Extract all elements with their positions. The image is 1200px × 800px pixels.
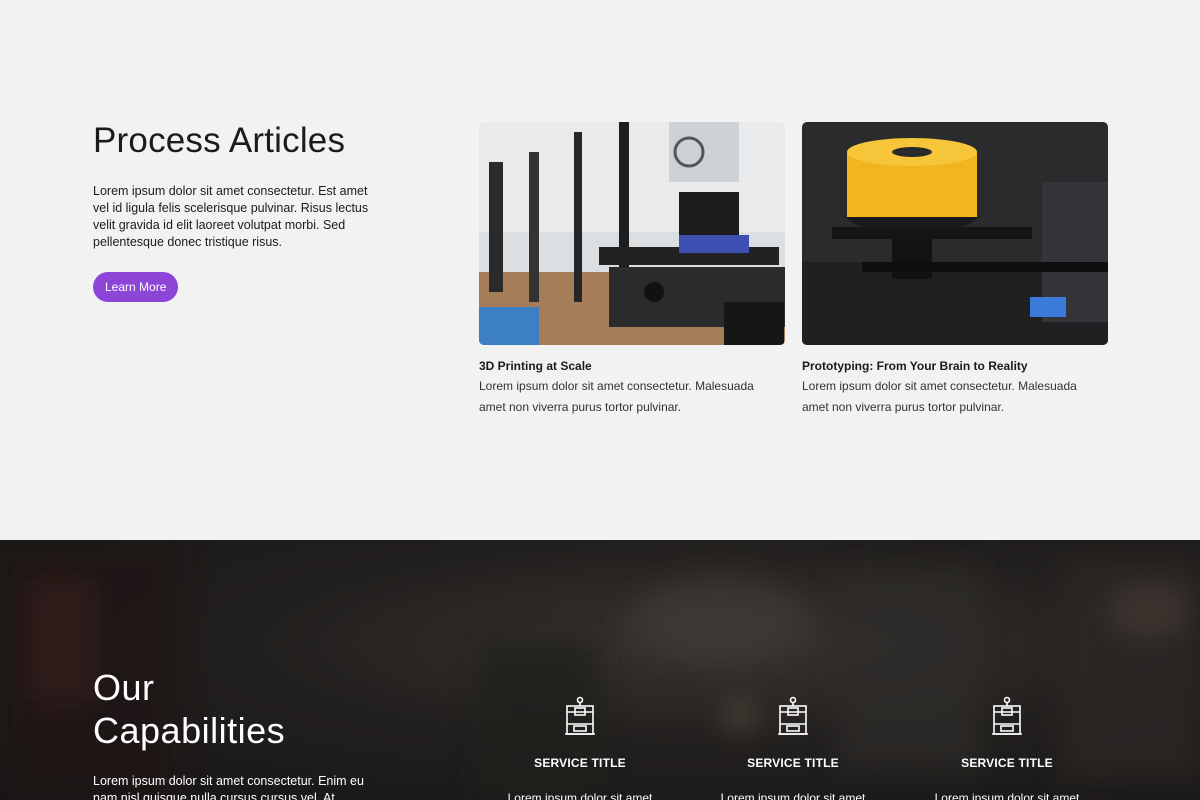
article-excerpt: Lorem ipsum dolor sit amet consectetur. … (802, 379, 1077, 414)
service-text: Lorem ipsum dolor sit amet (720, 791, 866, 800)
process-articles-section: Process Articles Lorem ipsum dolor sit a… (0, 0, 1200, 540)
printer-farm-image (479, 122, 785, 345)
section-description: Lorem ipsum dolor sit amet consectetur. … (93, 183, 369, 249)
article-card[interactable]: 3D Printing at Scale Lorem ipsum dolor s… (479, 122, 785, 418)
capabilities-title: Our Capabilities (93, 666, 393, 752)
capabilities-intro: Our Capabilities Lorem ipsum dolor sit a… (93, 666, 393, 800)
filament-spool-image (802, 122, 1108, 345)
capabilities-title-line2: Capabilities (93, 710, 286, 751)
3d-printer-icon (565, 696, 595, 735)
service-item: SERVICE TITLE Lorem ipsum dolor sit amet (490, 696, 670, 800)
section-title: Process Articles (93, 121, 346, 160)
service-text: Lorem ipsum dolor sit amet (934, 791, 1080, 800)
service-title: SERVICE TITLE (961, 756, 1053, 770)
article-excerpt: Lorem ipsum dolor sit amet consectetur. … (479, 379, 754, 414)
article-title[interactable]: 3D Printing at Scale (479, 359, 785, 373)
3d-printer-icon (778, 696, 808, 735)
capabilities-title-line1: Our (93, 667, 155, 708)
service-item: SERVICE TITLE Lorem ipsum dolor sit amet (703, 696, 883, 800)
3d-printer-icon (992, 696, 1022, 735)
service-title: SERVICE TITLE (534, 756, 626, 770)
articles-intro: Process Articles Lorem ipsum dolor sit a… (93, 121, 393, 302)
article-card[interactable]: Prototyping: From Your Brain to Reality … (802, 122, 1108, 418)
service-text: Lorem ipsum dolor sit amet (507, 791, 653, 800)
service-item: SERVICE TITLE Lorem ipsum dolor sit amet (917, 696, 1097, 800)
learn-more-button[interactable]: Learn More (93, 271, 179, 302)
article-title[interactable]: Prototyping: From Your Brain to Reality (802, 359, 1108, 373)
capabilities-section: Our Capabilities Lorem ipsum dolor sit a… (0, 540, 1200, 800)
capabilities-description: Lorem ipsum dolor sit amet consectetur. … (93, 774, 364, 800)
service-title: SERVICE TITLE (747, 756, 839, 770)
